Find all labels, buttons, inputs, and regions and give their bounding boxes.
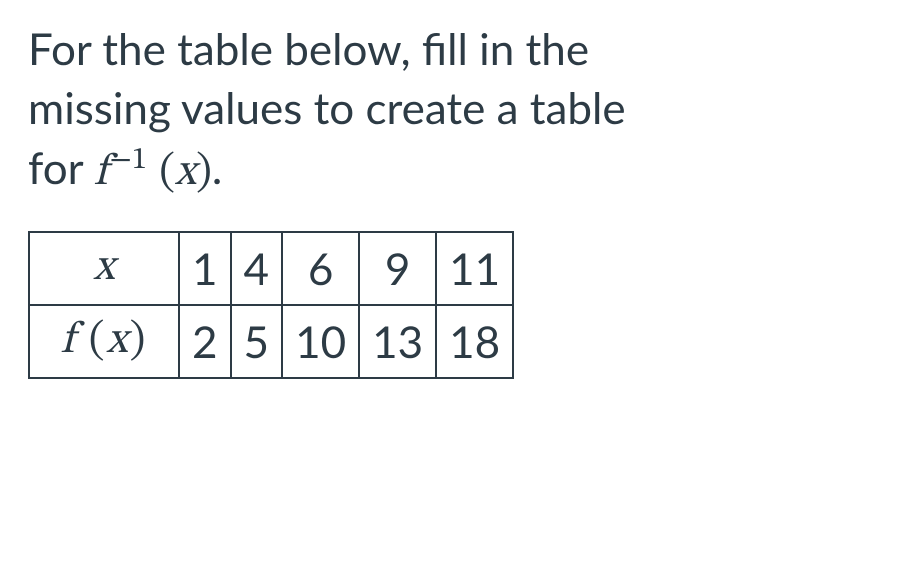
prompt-line-1: For the table below, fill in the bbox=[28, 23, 589, 75]
table-cell: 4 bbox=[231, 232, 283, 305]
func-arg-x: x bbox=[106, 319, 127, 363]
table-cell: 9 bbox=[359, 232, 436, 305]
table-row: f (x) 2 5 10 13 18 bbox=[29, 305, 513, 378]
table-cell: 1 bbox=[179, 232, 231, 305]
func-f: f bbox=[61, 319, 77, 363]
row-header-fx: f (x) bbox=[29, 305, 179, 378]
prompt-line-3-prefix: for bbox=[28, 142, 94, 194]
inverse-function-expr: f−1 (x) bbox=[94, 151, 212, 195]
func-arg: x bbox=[175, 151, 196, 195]
question-prompt: For the table below, fill in the missing… bbox=[28, 20, 875, 203]
question-page: For the table below, fill in the missing… bbox=[0, 0, 903, 399]
table-cell: 10 bbox=[282, 305, 359, 378]
prompt-line-2: missing values to create a table bbox=[28, 82, 626, 134]
table-cell: 13 bbox=[359, 305, 436, 378]
table-cell: 18 bbox=[436, 305, 513, 378]
table-cell: 5 bbox=[231, 305, 283, 378]
table-cell: 6 bbox=[282, 232, 359, 305]
prompt-line-3-suffix: . bbox=[212, 142, 222, 194]
table-row: x 1 4 6 9 11 bbox=[29, 232, 513, 305]
var-x: x bbox=[93, 246, 114, 290]
func-base: f bbox=[94, 151, 108, 195]
table-cell: 2 bbox=[179, 305, 231, 378]
row-header-x: x bbox=[29, 232, 179, 305]
func-superscript: −1 bbox=[110, 146, 147, 176]
function-table: x 1 4 6 9 11 f (x) 2 5 10 13 18 bbox=[28, 231, 514, 379]
table-cell: 11 bbox=[436, 232, 513, 305]
